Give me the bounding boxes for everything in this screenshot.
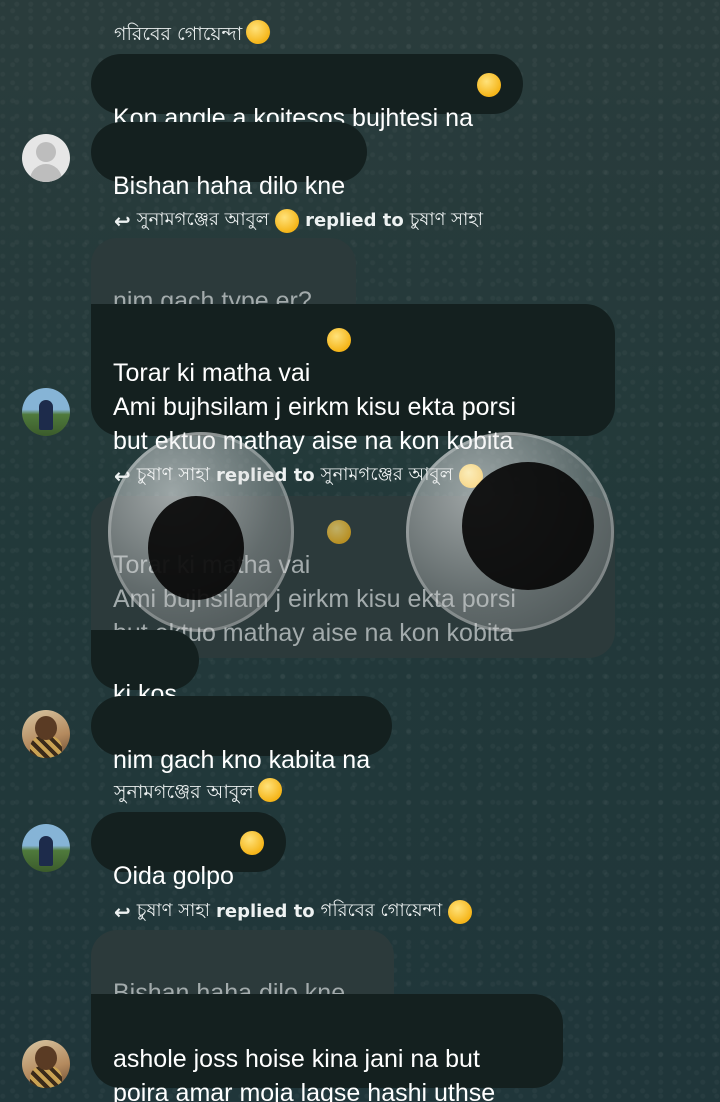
sender-name-text: গরিবের গোয়েন্দা [114,23,243,45]
message-bubble[interactable]: Oida golpo [91,812,286,890]
reply-from: চুষাণ সাহা [136,900,211,921]
reply-message-bubble[interactable]: ashole joss hoise kina jani na but poira… [91,994,563,1102]
reply-from: চুষাণ সাহা [136,464,211,485]
reply-arrow-icon: ↩ [114,899,131,924]
avatar-icon[interactable] [22,710,70,758]
reply-header: ↩ চুষাণ সাহা replied to সুনামগঞ্জের আবুল [114,460,483,491]
reply-message-bubble[interactable]: ki kos [91,630,199,708]
avatar-icon[interactable] [22,1040,70,1088]
sender-name: গরিবের গোয়েন্দা [114,20,271,52]
sender-name: সুনামগঞ্জের আবুল [114,778,282,810]
tired-face-emoji-icon [448,899,473,924]
message-bubble[interactable]: Kon angle a koitesos bujhtesi na [91,54,523,132]
replied-label: replied to [305,210,404,231]
message-text: ashole joss hoise kina jani na but poira… [113,1045,496,1102]
smiling-face-emoji-icon [458,463,483,488]
hugging-face-emoji-icon [327,328,351,352]
reply-from: সুনামগঞ্জের আবুল [136,209,270,230]
avatar-icon[interactable] [22,824,70,872]
hugging-face-emoji-icon [327,520,351,544]
message-bubble[interactable]: Bishan haha dilo kne [91,122,368,200]
smiling-face-emoji-icon [275,208,300,233]
reply-arrow-icon: ↩ [114,208,131,233]
reply-message-bubble[interactable]: Torar ki matha vai Ami bujhsilam j eirkm… [91,304,615,455]
quoted-message[interactable]: Bishan haha dilo kne [91,930,394,1007]
message-text: Torar ki matha vai Ami bujhsilam j eirkm… [113,359,516,455]
reply-arrow-icon: ↩ [114,463,131,488]
sender-name-text: সুনামগঞ্জের আবুল [114,781,254,803]
quoted-message[interactable]: nim gach type er? [91,238,356,315]
smiling-face-emoji-icon [257,778,282,802]
unamused-face-emoji-icon [476,73,501,97]
replied-label: replied to [216,901,315,922]
avatar-icon[interactable] [22,134,70,182]
flushed-face-emoji-icon [239,831,264,855]
reply-header: ↩ চুষাণ সাহা replied to গরিবের গোয়েন্দা [114,896,473,927]
message-text: Bishan haha dilo kne [113,172,346,200]
reply-to: সুনামগঞ্জের আবুল [320,464,453,485]
chat-view: গরিবের গোয়েন্দা Kon angle a koitesos bu… [0,0,720,1102]
tired-face-emoji-icon [246,20,271,44]
message-text: nim gach kno kabita na [113,746,371,774]
reply-header: ↩ সুনামগঞ্জের আবুল replied to চুষাণ সাহা [114,205,483,236]
replied-label: replied to [216,465,315,486]
message-bubble[interactable]: nim gach kno kabita na [91,696,393,774]
reply-to: চুষাণ সাহা [409,209,483,230]
reply-to: গরিবের গোয়েন্দা [320,900,443,921]
message-text: Oida golpo [113,862,234,890]
avatar-icon[interactable] [22,388,70,436]
